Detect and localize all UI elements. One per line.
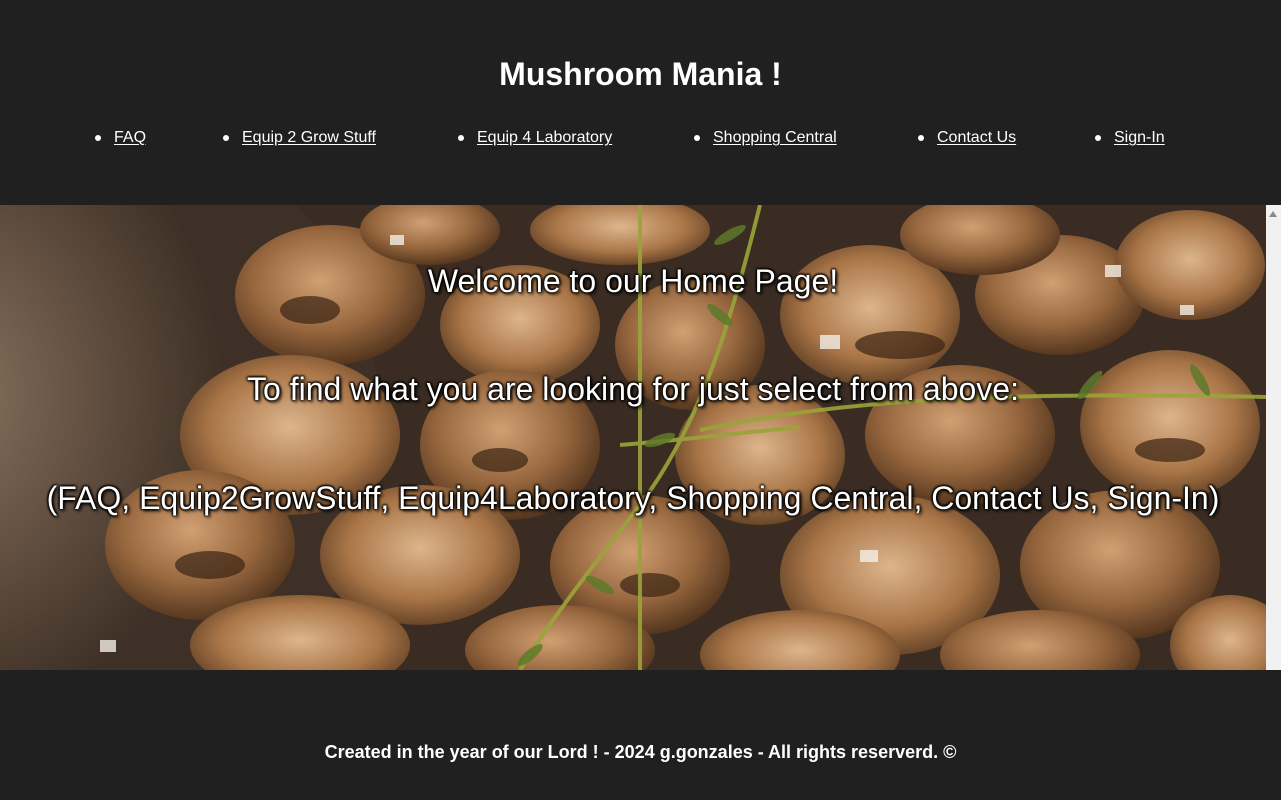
nav-link-shopping-central[interactable]: Shopping Central (713, 129, 837, 146)
nav-link-equip-4-laboratory[interactable]: Equip 4 Laboratory (477, 129, 612, 146)
instructions-text: To find what you are looking for just se… (247, 371, 1019, 407)
nav-link-faq[interactable]: FAQ (114, 129, 146, 146)
nav-link-equip-2-grow-stuff[interactable]: Equip 2 Grow Stuff (242, 129, 376, 146)
main-nav: FAQ Equip 2 Grow Stuff Equip 4 Laborator… (0, 126, 1281, 150)
nav-item-sign-in: Sign-In (1095, 126, 1165, 150)
nav-link-sign-in[interactable]: Sign-In (1114, 129, 1165, 146)
nav-item-faq: FAQ (94, 126, 146, 150)
nav-item-equip-4-laboratory: Equip 4 Laboratory (457, 126, 612, 150)
nav-item-equip-2-grow-stuff: Equip 2 Grow Stuff (223, 126, 376, 150)
scroll-up-arrow-icon[interactable] (1269, 211, 1277, 217)
nav-link-contact-us[interactable]: Contact Us (937, 129, 1016, 146)
nav-item-shopping-central: Shopping Central (694, 126, 837, 150)
copyright-text: Created in the year of our Lord ! - 2024… (324, 742, 957, 762)
site-header: Mushroom Mania ! FAQ Equip 2 Grow Stuff … (0, 0, 1281, 205)
vertical-scrollbar[interactable] (1266, 205, 1281, 670)
site-footer: Created in the year of our Lord ! - 2024… (0, 670, 1281, 800)
hero-banner: Welcome to our Home Page! To find what y… (0, 205, 1266, 670)
site-title: Mushroom Mania ! (499, 56, 782, 92)
nav-item-contact-us: Contact Us (917, 126, 1016, 150)
sections-list-text: (FAQ, Equip2GrowStuff, Equip4Laboratory,… (46, 480, 1220, 516)
welcome-heading: Welcome to our Home Page! (427, 263, 839, 299)
